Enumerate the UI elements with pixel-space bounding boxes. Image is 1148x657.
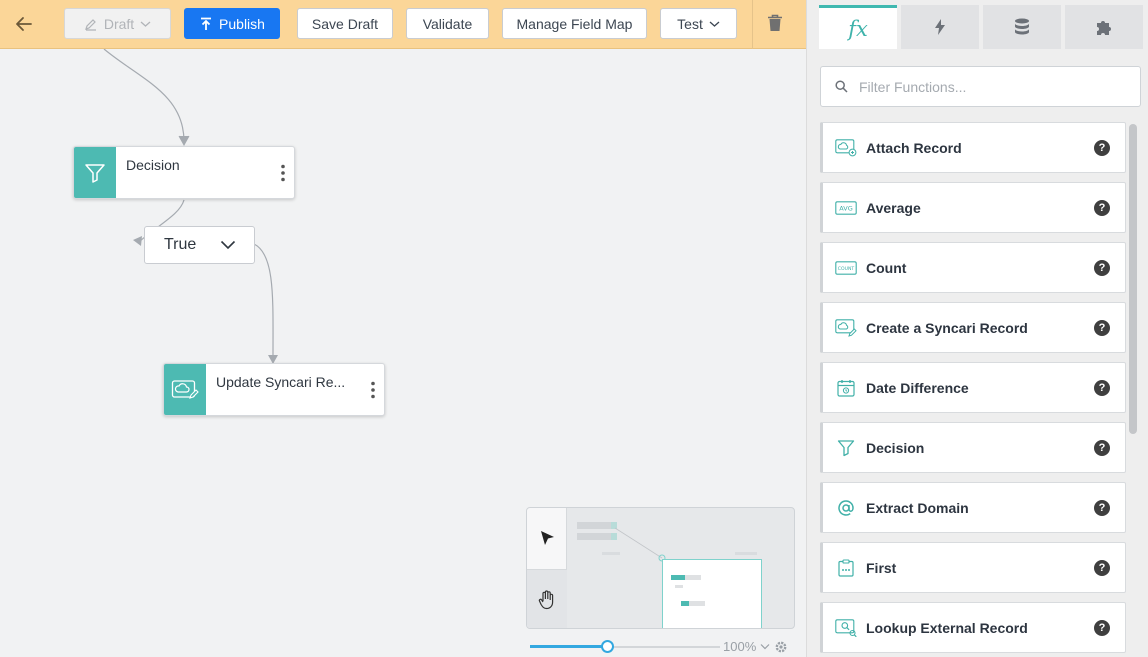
function-label: Decision	[866, 439, 925, 456]
branch-select[interactable]: True	[144, 226, 255, 264]
count-icon: COUNT	[835, 257, 857, 279]
functions-panel: fx Attach Record ? AVG Average	[806, 0, 1148, 657]
function-item-lookup-external-record[interactable]: Lookup External Record ?	[820, 602, 1126, 653]
count-badge-text: COUNT	[838, 266, 855, 272]
function-label: Average	[866, 199, 921, 216]
workflow-canvas[interactable]: Decision True Update Syncari Re... 100%	[0, 49, 806, 657]
hand-pan-icon[interactable]	[527, 569, 567, 628]
top-toolbar: Draft Publish Save Draft Validate Manage…	[0, 0, 806, 49]
function-label: Date Difference	[866, 379, 969, 396]
function-item-average[interactable]: AVG Average ?	[820, 182, 1126, 233]
pointer-icon[interactable]	[527, 508, 567, 568]
fx-icon: fx	[848, 16, 868, 41]
chevron-down-icon	[760, 644, 770, 650]
connector-arrow	[178, 135, 190, 147]
gear-icon[interactable]	[774, 640, 788, 654]
zoom-level-label: 100%	[723, 639, 757, 654]
chevron-down-icon	[220, 240, 236, 250]
function-label: Count	[866, 259, 907, 276]
zoom-slider-handle[interactable]	[601, 640, 614, 653]
node-title: Update Syncari Re...	[216, 374, 346, 390]
update-syncari-record-node[interactable]: Update Syncari Re...	[163, 363, 385, 416]
funnel-icon	[74, 147, 116, 198]
help-icon[interactable]: ?	[1094, 319, 1110, 336]
function-label: Lookup External Record	[866, 619, 1028, 636]
help-icon[interactable]: ?	[1094, 199, 1110, 216]
function-label: First	[866, 559, 897, 576]
help-icon[interactable]: ?	[1094, 139, 1110, 156]
toolbar-divider	[752, 0, 753, 49]
branch-to-update-connector	[253, 243, 274, 356]
incoming-connector	[103, 49, 185, 144]
help-icon[interactable]: ?	[1094, 559, 1110, 576]
minimap[interactable]	[526, 507, 795, 629]
tab-plugins[interactable]	[1065, 5, 1143, 49]
avg-badge-text: AVG	[839, 204, 853, 212]
help-icon[interactable]: ?	[1094, 379, 1110, 396]
function-item-date-difference[interactable]: Date Difference ?	[820, 362, 1126, 413]
validate-button[interactable]: Validate	[406, 8, 489, 39]
draft-status-button[interactable]: Draft	[64, 8, 171, 39]
function-list: Attach Record ? AVG Average ? COUNT Coun…	[820, 122, 1126, 657]
help-icon[interactable]: ?	[1094, 439, 1110, 456]
clipboard-icon	[835, 557, 857, 579]
draft-label: Draft	[103, 15, 135, 32]
database-icon	[1015, 18, 1029, 35]
save-draft-button[interactable]: Save Draft	[297, 8, 393, 39]
test-label: Test	[677, 15, 703, 32]
filter-functions-search	[820, 66, 1141, 107]
arrow-left-icon[interactable]	[12, 12, 36, 36]
cloud-edit-icon	[164, 364, 206, 415]
zoom-level-dropdown[interactable]: 100%	[723, 639, 788, 654]
decision-node[interactable]: Decision	[73, 146, 295, 199]
function-item-first[interactable]: First ?	[820, 542, 1126, 593]
function-item-extract-domain[interactable]: Extract Domain ?	[820, 482, 1126, 533]
function-item-decision[interactable]: Decision ?	[820, 422, 1126, 473]
function-list-scrollbar[interactable]	[1129, 124, 1137, 434]
bolt-icon	[935, 19, 945, 35]
funnel-icon	[835, 437, 857, 459]
calendar-icon	[835, 377, 857, 399]
function-item-create-syncari-record[interactable]: Create a Syncari Record ?	[820, 302, 1126, 353]
help-icon[interactable]: ?	[1094, 499, 1110, 516]
manage-field-map-button[interactable]: Manage Field Map	[502, 8, 647, 39]
chevron-down-icon	[709, 21, 720, 27]
tab-functions[interactable]: fx	[819, 5, 897, 49]
kebab-menu-icon[interactable]	[362, 364, 384, 415]
function-label: Create a Syncari Record	[866, 319, 1028, 336]
trash-icon[interactable]	[767, 14, 787, 34]
attach-record-icon	[835, 137, 857, 159]
tab-triggers[interactable]	[901, 5, 979, 49]
puzzle-icon	[1096, 20, 1111, 35]
function-label: Attach Record	[866, 139, 962, 156]
minimap-viewport[interactable]	[662, 559, 762, 628]
help-icon[interactable]: ?	[1094, 259, 1110, 276]
at-sign-icon	[835, 497, 857, 519]
connector-arrow	[133, 236, 142, 246]
chevron-down-icon	[140, 21, 151, 27]
publish-label: Publish	[219, 15, 265, 32]
search-icon	[835, 80, 848, 93]
help-icon[interactable]: ?	[1094, 619, 1110, 636]
branch-value: True	[164, 236, 197, 253]
upload-icon	[201, 17, 212, 30]
node-title: Decision	[126, 157, 180, 173]
function-label: Extract Domain	[866, 499, 969, 516]
tab-data[interactable]	[983, 5, 1061, 49]
test-dropdown-button[interactable]: Test	[660, 8, 737, 39]
kebab-menu-icon[interactable]	[272, 147, 294, 198]
lookup-icon	[835, 617, 857, 639]
zoom-fill	[530, 645, 607, 648]
publish-button[interactable]: Publish	[184, 8, 280, 39]
filter-functions-input[interactable]	[859, 78, 1119, 95]
function-item-attach-record[interactable]: Attach Record ?	[820, 122, 1126, 173]
zoom-controls: 100%	[530, 637, 794, 657]
pencil-icon	[84, 18, 96, 31]
minimap-tools	[527, 508, 567, 628]
create-record-icon	[835, 317, 857, 339]
function-item-count[interactable]: COUNT Count ?	[820, 242, 1126, 293]
avg-icon: AVG	[835, 197, 857, 219]
panel-tabs: fx	[807, 0, 1148, 49]
